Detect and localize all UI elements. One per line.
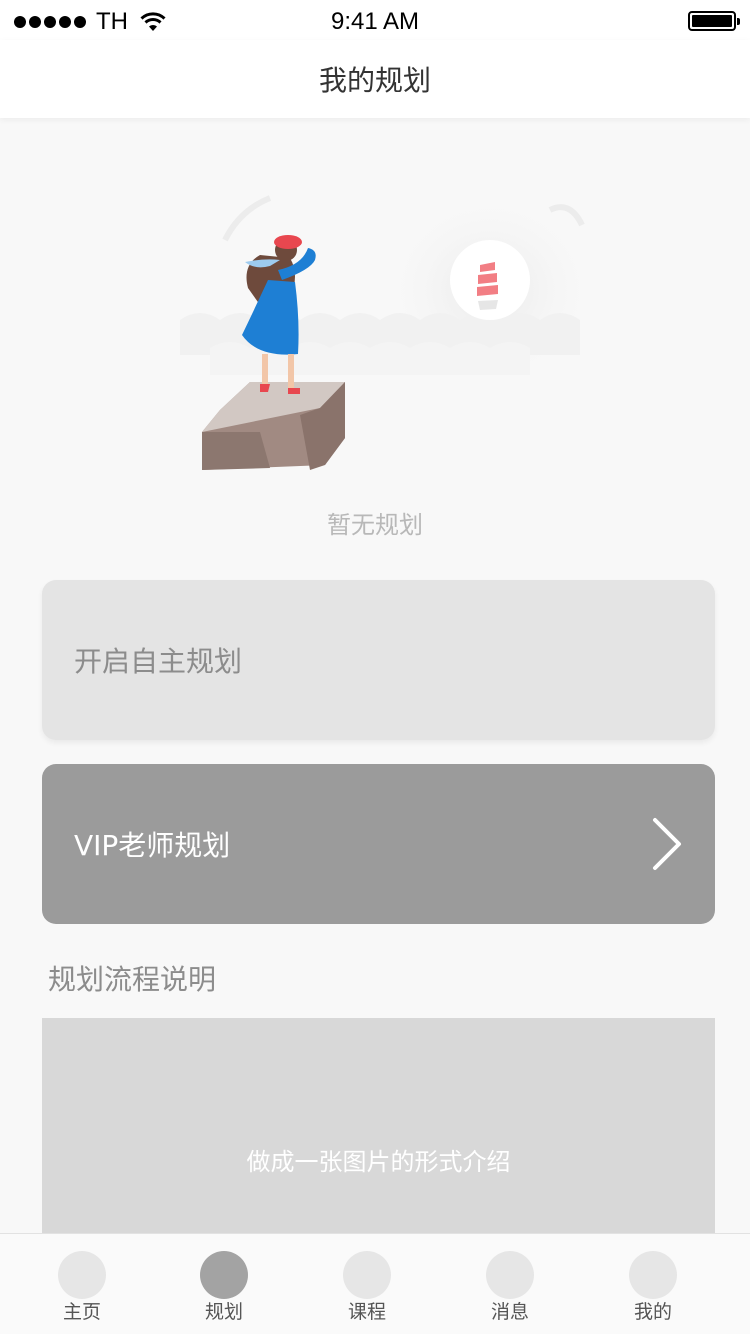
chevron-right-icon [653, 818, 681, 870]
profile-icon [629, 1251, 677, 1299]
messages-icon [486, 1251, 534, 1299]
section-title: 规划流程说明 [48, 963, 217, 996]
empty-state-text: 暂无规划 [327, 511, 423, 539]
nav-bar: 我的规划 [0, 40, 750, 118]
tab-label: 消息 [490, 1301, 529, 1323]
tab-plan[interactable]: 规划 [169, 1234, 279, 1334]
battery-icon [688, 11, 740, 31]
tab-profile[interactable]: 我的 [598, 1234, 708, 1334]
vip-plan-label: VIP老师规划 [74, 829, 231, 862]
tab-label: 规划 [204, 1301, 243, 1323]
page-title: 我的规划 [318, 64, 431, 97]
empty-plan-illustration [180, 190, 600, 470]
tab-label: 课程 [347, 1301, 386, 1323]
tab-messages[interactable]: 消息 [455, 1234, 565, 1334]
vip-teacher-plan-button[interactable]: VIP老师规划 [42, 764, 715, 924]
clock: 9:41 AM [330, 8, 420, 35]
plan-icon [200, 1251, 248, 1299]
tab-label: 主页 [62, 1301, 101, 1323]
home-icon [58, 1251, 106, 1299]
self-plan-label: 开启自主规划 [74, 645, 243, 678]
courses-icon [343, 1251, 391, 1299]
tab-courses[interactable]: 课程 [312, 1234, 422, 1334]
tab-home[interactable]: 主页 [27, 1234, 137, 1334]
tab-label: 我的 [633, 1301, 672, 1323]
tab-bar: 主页 规划 课程 消息 我的 [0, 1233, 750, 1334]
self-plan-button[interactable]: 开启自主规划 [42, 580, 715, 740]
status-bar: TH 9:41 AM [0, 0, 750, 40]
